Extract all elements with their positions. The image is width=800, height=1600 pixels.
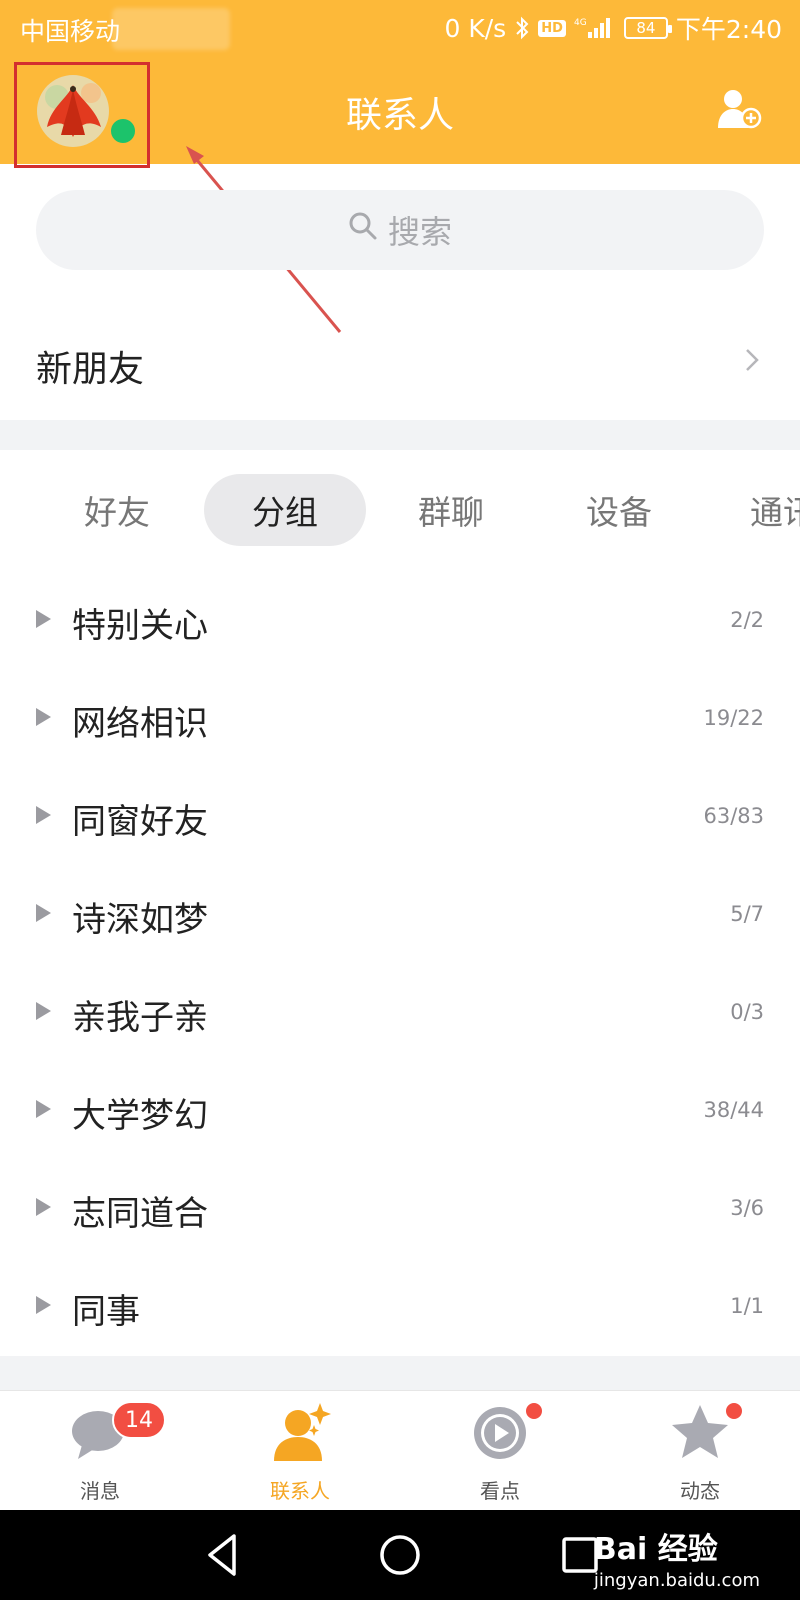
search-icon <box>348 211 378 249</box>
bluetooth-icon <box>514 16 530 40</box>
back-icon[interactable] <box>198 1530 248 1580</box>
group-count: 5/7 <box>730 902 764 926</box>
home-icon[interactable] <box>375 1530 425 1580</box>
star-icon <box>670 1401 730 1463</box>
expand-triangle-icon <box>36 610 51 628</box>
bottom-navigation: 14 消息 联系人 看点 动态 <box>0 1390 800 1510</box>
group-name: 诗深如梦 <box>72 900 208 940</box>
watermark-url: jingyan.baidu.com <box>593 1570 760 1591</box>
list-item[interactable]: 特别关心 2/2 <box>0 574 800 672</box>
clock: 下午2:40 <box>675 15 782 44</box>
expand-triangle-icon <box>36 904 51 922</box>
app-header: 中国移动 0 K/s HD 4G 84 下午2:40 联系人 <box>0 0 800 168</box>
expand-triangle-icon <box>36 1002 51 1020</box>
carrier-label: 中国移动 <box>20 17 121 46</box>
group-count: 38/44 <box>703 1098 764 1122</box>
nav-label: 联系人 <box>270 1479 330 1503</box>
baidu-jingyan-watermark: Bai 经验 jingyan.baidu.com <box>594 1524 760 1591</box>
unread-badge: 14 <box>112 1401 166 1439</box>
group-name: 亲我子亲 <box>72 998 208 1038</box>
tab-address-book[interactable]: 通讯录 <box>750 474 800 546</box>
play-circle-icon <box>470 1401 530 1463</box>
group-name: 大学梦幻 <box>72 1096 208 1136</box>
list-item[interactable]: 诗深如梦 5/7 <box>0 868 800 966</box>
expand-triangle-icon <box>36 1198 51 1216</box>
expand-triangle-icon <box>36 1296 51 1314</box>
nav-label: 看点 <box>480 1479 520 1503</box>
expand-triangle-icon <box>36 1100 51 1118</box>
hd-badge: HD <box>538 19 566 37</box>
group-name: 同窗好友 <box>72 802 208 842</box>
group-name: 网络相识 <box>72 704 208 744</box>
battery-level: 84 <box>636 19 656 37</box>
tab-groups[interactable]: 分组 <box>204 474 366 546</box>
system-navigation-bar: Bai 经验 jingyan.baidu.com <box>0 1510 800 1600</box>
new-friend-label: 新朋友 <box>36 349 145 390</box>
net-speed: 0 K/s <box>444 13 507 43</box>
tab-friends[interactable]: 好友 <box>40 474 194 546</box>
list-item[interactable]: 亲我子亲 0/3 <box>0 966 800 1064</box>
contact-tabs: 好友 分组 群聊 设备 通讯录 <box>0 474 800 548</box>
nav-contacts[interactable]: 联系人 <box>200 1391 400 1511</box>
chevron-right-icon <box>744 346 760 378</box>
notification-dot <box>524 1401 544 1421</box>
status-bar: 中国移动 0 K/s HD 4G 84 下午2:40 <box>0 0 800 54</box>
nav-label: 动态 <box>680 1479 720 1503</box>
nav-feed[interactable]: 动态 <box>600 1391 800 1511</box>
status-bar-right: 0 K/s HD 4G 84 下午2:40 <box>444 10 782 46</box>
group-name: 特别关心 <box>72 606 208 646</box>
group-count: 2/2 <box>730 608 764 632</box>
contacts-person-icon <box>270 1401 331 1463</box>
blurred-region <box>112 8 230 50</box>
group-name: 志同道合 <box>72 1194 208 1234</box>
page-title: 联系人 <box>345 95 454 136</box>
group-count: 19/22 <box>703 706 764 730</box>
group-count: 1/1 <box>730 1294 764 1318</box>
tab-group-chats[interactable]: 群聊 <box>374 474 528 546</box>
tab-devices[interactable]: 设备 <box>542 474 696 546</box>
battery-icon: 84 <box>623 17 672 39</box>
group-count: 3/6 <box>730 1196 764 1220</box>
search-input[interactable]: 搜索 <box>36 190 764 270</box>
list-item[interactable]: 志同道合 3/6 <box>0 1162 800 1260</box>
group-count: 0/3 <box>730 1000 764 1024</box>
nav-label: 消息 <box>80 1479 120 1503</box>
notification-dot <box>724 1401 744 1421</box>
group-name: 同事 <box>72 1292 140 1332</box>
nav-messages[interactable]: 14 消息 <box>0 1391 200 1511</box>
list-item[interactable]: 同窗好友 63/83 <box>0 770 800 868</box>
expand-triangle-icon <box>36 708 51 726</box>
network-type-label: 4G <box>574 18 587 28</box>
list-item[interactable]: 网络相识 19/22 <box>0 672 800 770</box>
nav-watch[interactable]: 看点 <box>400 1391 600 1511</box>
list-item[interactable]: 同事 1/1 <box>0 1260 800 1358</box>
watermark-main: Bai 经验 <box>593 1532 718 1567</box>
search-placeholder: 搜索 <box>387 213 452 251</box>
list-item[interactable]: 大学梦幻 38/44 <box>0 1064 800 1162</box>
new-friend-row[interactable]: 新朋友 <box>0 312 800 412</box>
expand-triangle-icon <box>36 806 51 824</box>
section-divider <box>0 1356 800 1390</box>
add-contact-icon[interactable] <box>716 88 762 130</box>
signal-icon: 4G <box>574 16 614 40</box>
group-count: 63/83 <box>703 804 764 828</box>
section-divider <box>0 420 800 450</box>
